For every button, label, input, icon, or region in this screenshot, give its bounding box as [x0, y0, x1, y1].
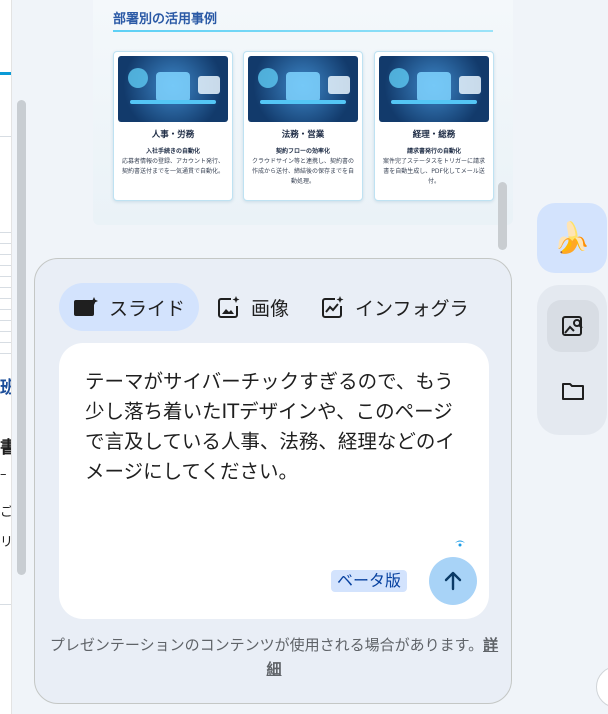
doc-rule — [0, 232, 11, 233]
doc-text-fragment: – — [0, 467, 7, 482]
banana-icon: 🍌 — [553, 220, 591, 256]
slide-card-hr: 人事・労務 入社手続きの自動化 応募者情報の登録、アカウント発行、契約書送付まで… — [113, 51, 233, 201]
document-scrollbar[interactable] — [17, 100, 26, 575]
doc-rule — [0, 287, 11, 288]
doc-rule — [0, 265, 11, 266]
slide-card-accounting: 経理・総務 請求書発行の自動化 案件完了ステータスをトリガーに請求書を自動生成し… — [374, 51, 494, 201]
document-edge: 班 書 – ご リ — [0, 0, 12, 714]
card-description: 案件完了ステータスをトリガーに請求書を自動生成し、PDF化してメール送付。 — [383, 158, 486, 185]
folder-icon — [562, 383, 584, 400]
legal-illustration — [248, 56, 358, 122]
doc-rule — [0, 254, 11, 255]
doc-accent-line — [0, 72, 11, 75]
prompt-input[interactable]: テーマがサイバーチックすぎるので、もう少し落ち着いたITデザインや、このページで… — [59, 343, 489, 619]
doc-rule — [0, 320, 11, 321]
disclaimer-text: プレゼンテーションのコンテンツが使用される場合があります。 — [49, 636, 484, 654]
mode-tabs: スライド 画像 インフォグラ — [59, 283, 499, 331]
doc-rule — [0, 604, 11, 605]
doc-rule — [0, 331, 11, 332]
doc-rule — [0, 342, 11, 343]
slides-icon — [74, 297, 98, 316]
arrow-up-icon — [444, 571, 462, 591]
image-sparkle-icon — [218, 296, 240, 318]
prompt-composer: スライド 画像 インフォグラ テーマがサイバーチックすぎるので、もう少し落ち着い… — [34, 258, 512, 704]
folder-button[interactable] — [547, 365, 599, 417]
accounting-illustration — [379, 56, 489, 122]
tab-image[interactable]: 画像 — [203, 283, 303, 331]
doc-rule — [0, 276, 11, 277]
disclaimer: プレゼンテーションのコンテンツが使用される場合があります。詳細 — [45, 633, 503, 681]
doc-rule — [0, 353, 11, 354]
card-title: 経理・総務 — [412, 130, 456, 140]
tab-label: インフォグラ — [355, 297, 469, 320]
doc-rule — [0, 136, 11, 137]
infographic-icon — [322, 296, 344, 318]
sparkle-icon — [455, 540, 465, 547]
doc-text-fragment: 班 — [0, 380, 11, 397]
right-toolbar — [537, 285, 607, 435]
card-subtitle: 請求書発行の自動化 — [406, 148, 461, 155]
doc-rule — [0, 243, 11, 244]
doc-text-fragment: リ — [0, 535, 12, 550]
tab-infographic[interactable]: インフォグラ — [307, 283, 482, 331]
image-search-button[interactable] — [547, 300, 599, 352]
slide-title: 部署別の活用事例 — [113, 12, 218, 27]
card-title: 人事・労務 — [151, 130, 195, 140]
slide-preview[interactable]: 部署別の活用事例 人事・労務 入社手続きの自動化 応募者情報の登録、アカウント発… — [93, 0, 513, 225]
panel-scrollbar[interactable] — [498, 182, 507, 250]
tab-slides[interactable]: スライド — [59, 283, 200, 331]
send-button[interactable] — [429, 557, 477, 605]
doc-text-fragment: 書 — [0, 440, 11, 457]
gemini-side-panel: 部署別の活用事例 人事・労務 入社手続きの自動化 応募者情報の登録、アカウント発… — [33, 0, 515, 714]
prompt-text[interactable]: テーマがサイバーチックすぎるので、もう少し落ち着いたITデザインや、このページで… — [85, 367, 465, 487]
doc-rule — [0, 298, 11, 299]
hr-illustration — [118, 56, 228, 122]
slide-title-rule — [113, 30, 493, 32]
card-description: 応募者情報の登録、アカウント発行、契約書送付までを一気通貫で自動化。 — [122, 158, 225, 175]
image-search-icon — [562, 316, 583, 336]
tab-label: スライド — [109, 297, 186, 320]
card-title: 法務・営業 — [281, 130, 325, 140]
doc-rule — [0, 309, 11, 310]
banana-button[interactable]: 🍌 — [537, 203, 607, 273]
slide-card-legal: 法務・営業 契約フローの効率化 クラウドサイン等と連携し、契約書の作成から送付、… — [243, 51, 363, 201]
tab-label: 画像 — [251, 297, 290, 320]
card-subtitle: 入社手続きの自動化 — [145, 148, 200, 155]
card-description: クラウドサイン等と連携し、契約書の作成から送付、締結後の保存までを自動処理。 — [252, 158, 355, 185]
card-subtitle: 契約フローの効率化 — [275, 148, 330, 155]
corner-floating-button[interactable] — [596, 666, 608, 708]
doc-text-fragment: ご — [0, 505, 12, 520]
beta-badge: ベータ版 — [331, 570, 408, 592]
